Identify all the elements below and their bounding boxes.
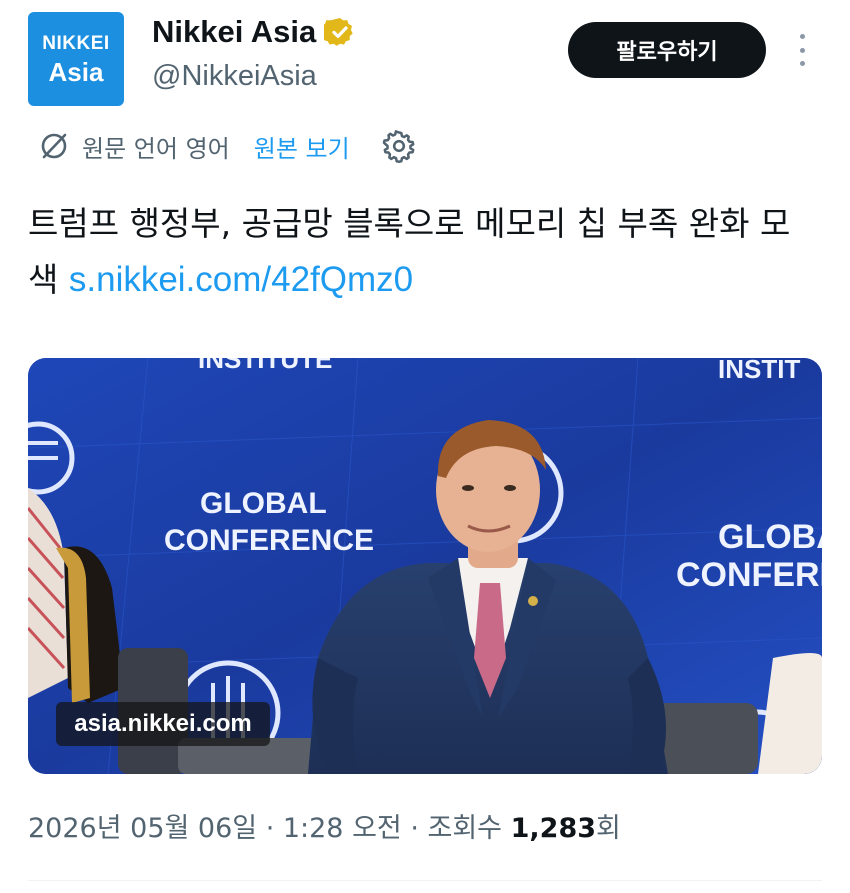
view-count: 1,283: [510, 813, 597, 844]
translation-bar: 원문 언어 영어 원본 보기: [38, 126, 416, 166]
translate-off-icon: [41, 133, 67, 159]
avatar-line1: NIKKEI: [42, 32, 110, 54]
tweet-text: 트럼프 행정부, 공급망 블록으로 메모리 칩 부족 완화 모색 s.nikke…: [28, 196, 818, 308]
backdrop-right-line2: CONFEREN: [676, 556, 822, 594]
backdrop-top-right-text: INSTIT: [718, 358, 800, 384]
account-name-row[interactable]: Nikkei Asia: [152, 14, 356, 50]
more-vertical-icon[interactable]: [792, 30, 812, 70]
backdrop-right-line1: GLOBA: [718, 518, 822, 556]
verified-badge-icon: [324, 18, 353, 46]
account-name[interactable]: Nikkei Asia: [152, 14, 316, 50]
media-watermark: asia.nikkei.com: [56, 702, 270, 746]
divider: [28, 880, 822, 881]
backdrop-left-line1: GLOBAL: [200, 487, 327, 520]
avatar[interactable]: NIKKEI Asia: [28, 12, 124, 106]
original-language-label: 원문 언어 영어: [82, 134, 230, 163]
backdrop-top-left-text: INSTITUTE: [198, 358, 332, 374]
tweet-link[interactable]: s.nikkei.com/42fQmz0: [69, 260, 413, 299]
view-count-suffix: 회: [596, 813, 621, 844]
gear-icon[interactable]: [382, 129, 416, 163]
account-handle[interactable]: @NikkeiAsia: [152, 60, 317, 93]
view-original-link[interactable]: 원본 보기: [254, 129, 350, 164]
tweet-meta: 2026년 05월 06일 · 1:28 오전 · 조회수 1,283회: [28, 806, 621, 845]
avatar-line2: Asia: [48, 56, 104, 87]
tweet-timestamp[interactable]: 2026년 05월 06일 · 1:28 오전 · 조회수: [28, 813, 511, 844]
follow-button[interactable]: 팔로우하기: [568, 22, 766, 78]
backdrop-left-line2: CONFERENCE: [164, 524, 374, 557]
